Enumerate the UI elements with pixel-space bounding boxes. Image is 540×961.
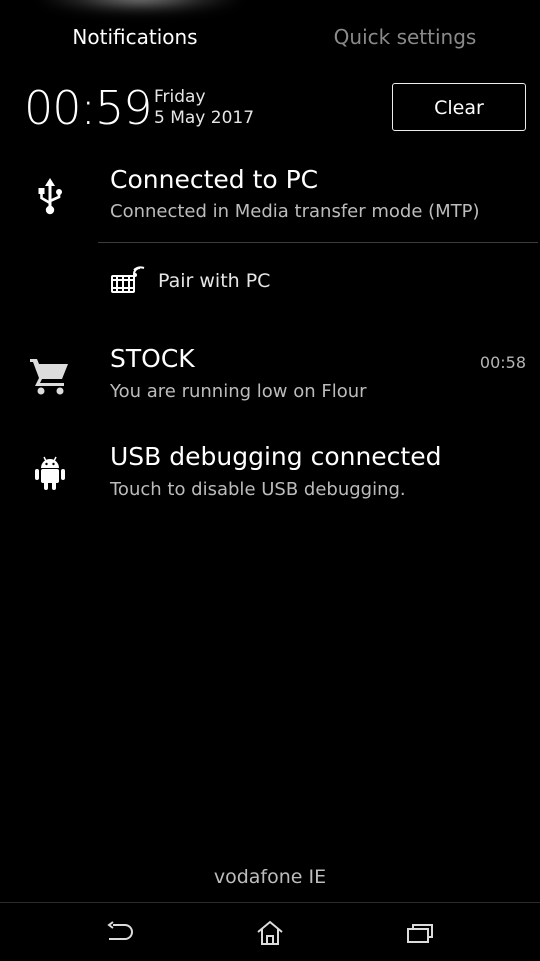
notification-text: Connected in Media transfer mode (MTP) bbox=[110, 201, 480, 222]
pair-with-pc-action[interactable]: Pair with PC bbox=[98, 258, 398, 306]
clock-date: 5 May 2017 bbox=[154, 108, 255, 128]
navigation-bar bbox=[0, 902, 540, 961]
recent-apps-icon[interactable] bbox=[400, 915, 440, 951]
shade-tabs: Notifications Quick settings bbox=[0, 0, 540, 72]
clock-header: 00:59 Friday 5 May 2017 Clear bbox=[0, 78, 540, 140]
notification-title: Connected to PC bbox=[110, 165, 319, 194]
clock-time[interactable]: 00:59 bbox=[24, 80, 153, 136]
notification-title: STOCK bbox=[110, 344, 195, 373]
shopping-cart-icon bbox=[22, 348, 78, 404]
home-icon[interactable] bbox=[250, 915, 290, 951]
divider bbox=[98, 242, 538, 243]
pair-with-pc-icon bbox=[110, 266, 146, 298]
clock-day: Friday bbox=[154, 87, 206, 107]
tab-notifications[interactable]: Notifications bbox=[20, 24, 250, 50]
notification-text: You are running low on Flour bbox=[110, 381, 367, 402]
tab-quick-settings[interactable]: Quick settings bbox=[290, 24, 520, 50]
pair-with-pc-label: Pair with PC bbox=[158, 270, 271, 292]
carrier-label: vodafone IE bbox=[213, 866, 327, 888]
clear-button[interactable]: Clear bbox=[392, 83, 526, 131]
notification-time: 00:58 bbox=[479, 353, 526, 372]
notification-text: Touch to disable USB debugging. bbox=[110, 479, 406, 500]
notification-usb-debugging[interactable]: USB debugging connected Touch to disable… bbox=[0, 440, 540, 514]
back-icon[interactable] bbox=[100, 915, 140, 951]
notification-connected-to-pc[interactable]: Connected to PC Connected in Media trans… bbox=[0, 160, 540, 242]
notification-title: USB debugging connected bbox=[110, 442, 442, 471]
notification-stock[interactable]: STOCK You are running low on Flour 00:58 bbox=[0, 340, 540, 414]
android-icon bbox=[22, 445, 78, 501]
usb-icon bbox=[22, 168, 78, 224]
